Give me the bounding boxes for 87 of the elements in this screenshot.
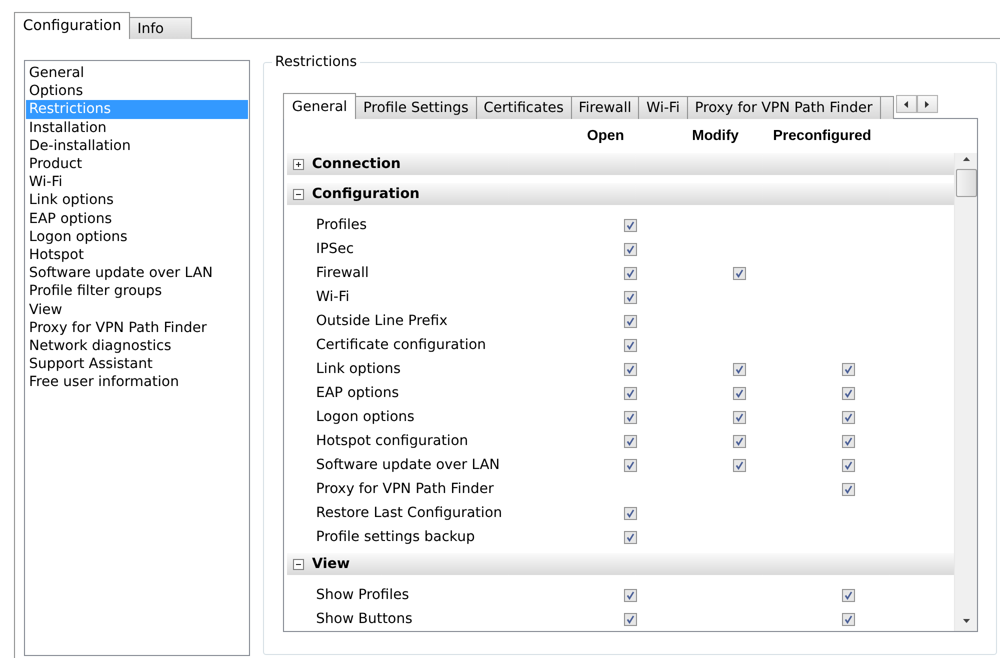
sidebar-item[interactable]: Profile filter groups <box>26 282 248 301</box>
scrollbar[interactable] <box>954 153 977 631</box>
up-arrow-icon[interactable] <box>962 157 970 161</box>
checkbox[interactable] <box>842 588 855 602</box>
row-label: EAP options <box>316 385 400 401</box>
checkbox[interactable] <box>733 266 746 280</box>
sidebar-item[interactable]: Link options <box>26 191 248 210</box>
row-label: Restore Last Configuration <box>316 505 504 521</box>
row-label: Profile settings backup <box>316 529 476 545</box>
checkbox[interactable] <box>624 314 637 328</box>
checkbox[interactable] <box>624 530 637 544</box>
sidebar-item[interactable]: Product <box>26 155 248 174</box>
row-label: Show Buttons <box>316 611 414 627</box>
row-label: Show Profiles <box>316 587 410 603</box>
tab[interactable]: Wi-Fi <box>638 96 688 119</box>
checkbox[interactable] <box>733 386 746 400</box>
checkbox[interactable] <box>624 218 637 232</box>
sidebar-item[interactable]: Installation <box>26 118 248 137</box>
sidebar-item[interactable]: Software update over LAN <box>26 264 248 282</box>
collapse-icon[interactable] <box>293 558 304 570</box>
row-label: IPSec <box>316 241 355 257</box>
row-label: Firewall <box>316 265 370 281</box>
checkbox[interactable] <box>624 242 637 256</box>
checkbox[interactable] <box>624 458 637 472</box>
sidebar-item[interactable]: Network diagnostics <box>26 337 248 356</box>
checkbox[interactable] <box>842 482 855 496</box>
sidebar-item[interactable]: Hotspot <box>26 246 248 264</box>
checkbox[interactable] <box>624 506 637 520</box>
checkbox[interactable] <box>624 588 637 602</box>
row-label: Proxy for VPN Path Finder <box>316 481 495 497</box>
row-label: Profiles <box>316 217 368 233</box>
scrollbar-thumb[interactable] <box>956 169 976 197</box>
checkbox[interactable] <box>733 458 746 472</box>
tab[interactable]: Profile Settings <box>355 96 477 119</box>
checkbox[interactable] <box>842 386 855 400</box>
sidebar-item[interactable]: Support Assistant <box>26 355 248 374</box>
checkbox[interactable] <box>624 434 637 448</box>
column-header: Preconfigured <box>773 128 872 144</box>
row-label: Software update over LAN <box>316 457 501 473</box>
tab[interactable]: Proxy for VPN Path Finder <box>686 96 881 119</box>
expand-icon[interactable] <box>293 158 304 170</box>
checkbox[interactable] <box>733 410 746 424</box>
row-label: Link options <box>316 361 402 377</box>
checkbox[interactable] <box>624 266 637 280</box>
down-arrow-icon[interactable] <box>962 619 970 623</box>
right-arrow-icon <box>925 100 930 108</box>
checkbox[interactable] <box>624 290 637 304</box>
tab[interactable]: Info <box>129 17 192 39</box>
row-label: Hotspot configuration <box>316 433 470 449</box>
left-arrow-icon <box>904 100 908 108</box>
checkbox[interactable] <box>842 458 855 472</box>
row-label: Logon options <box>316 409 416 425</box>
checkbox[interactable] <box>624 338 637 352</box>
group-header: Connection <box>312 156 401 172</box>
sidebar-item[interactable]: General <box>26 64 248 82</box>
checkbox[interactable] <box>624 410 637 424</box>
sidebar-item[interactable]: Wi-Fi <box>26 173 248 192</box>
group-header: View <box>312 556 350 572</box>
group-header: Configuration <box>312 186 420 202</box>
checkbox[interactable] <box>842 410 855 424</box>
scroll-right-button[interactable] <box>916 95 938 113</box>
tab[interactable]: Certificates <box>476 96 572 119</box>
checkbox[interactable] <box>624 362 637 376</box>
sidebar-item[interactable]: Free user information <box>26 373 248 392</box>
tab[interactable]: Configuration <box>14 12 130 39</box>
scroll-left-button[interactable] <box>896 95 917 113</box>
sidebar-item[interactable]: View <box>26 300 248 319</box>
checkbox[interactable] <box>624 612 637 626</box>
sidebar-item[interactable]: Proxy for VPN Path Finder <box>26 318 248 338</box>
row-label: Certificate configuration <box>316 337 488 353</box>
checkbox[interactable] <box>733 434 746 448</box>
sidebar-item[interactable]: Options <box>26 82 248 100</box>
checkbox[interactable] <box>733 362 746 376</box>
checkbox[interactable] <box>624 386 637 400</box>
checkbox[interactable] <box>842 612 855 626</box>
collapse-icon[interactable] <box>293 188 304 200</box>
column-header: Open <box>587 128 626 144</box>
row-label: Outside Line Prefix <box>316 313 449 329</box>
tab[interactable]: General <box>283 93 356 119</box>
sidebar-item[interactable]: EAP options <box>26 210 248 228</box>
checkbox[interactable] <box>842 362 855 376</box>
sidebar-item[interactable]: De-installation <box>26 136 248 156</box>
column-header: Modify <box>692 128 740 144</box>
row-label: Wi-Fi <box>316 289 350 305</box>
tab[interactable]: Firewall <box>570 96 640 119</box>
checkbox[interactable] <box>842 434 855 448</box>
sidebar-item[interactable]: Logon options <box>26 228 248 246</box>
